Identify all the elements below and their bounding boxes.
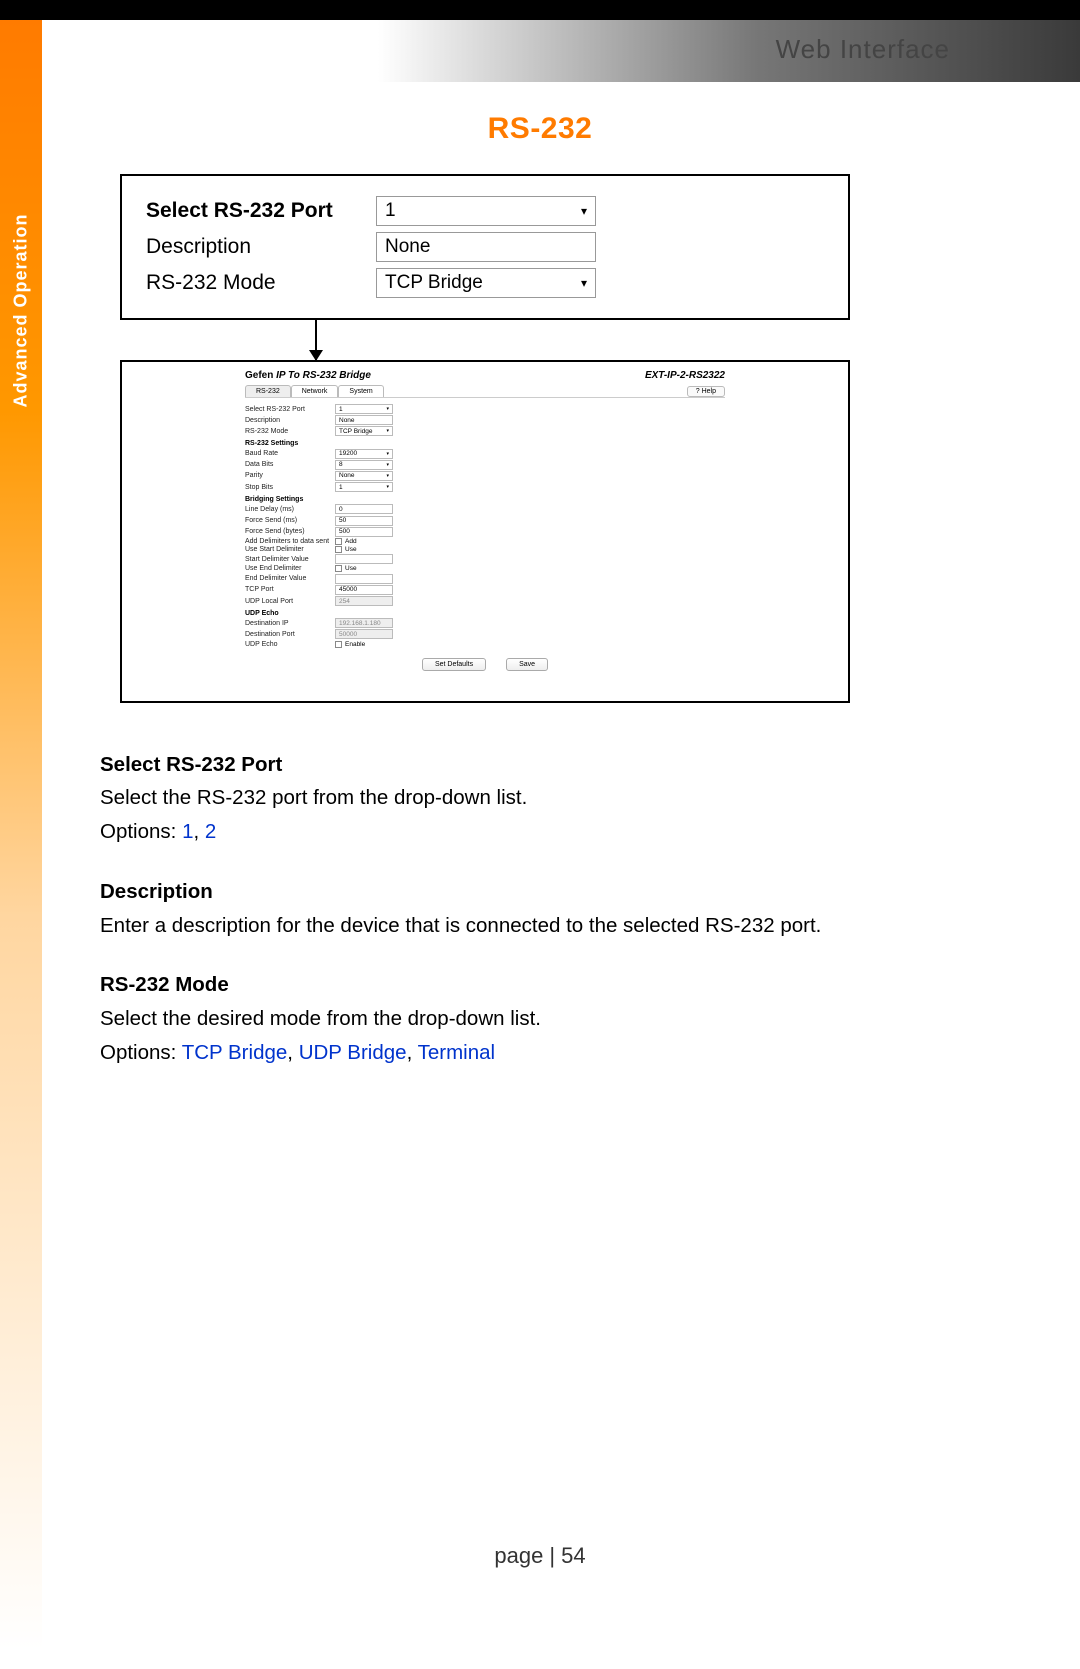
description-label: Description	[146, 235, 376, 259]
desc3-heading: RS-232 Mode	[100, 969, 980, 1001]
mini-input[interactable]	[335, 574, 393, 584]
mini-label: Force Send (ms)	[245, 517, 335, 524]
panel-model: EXT-IP-2-RS2322	[645, 370, 725, 381]
desc3-options: Options: TCP Bridge, UDP Bridge, Termina…	[100, 1037, 980, 1069]
mini-input[interactable]	[335, 554, 393, 564]
full-panel-box: Gefen IP To RS-232 Bridge EXT-IP-2-RS232…	[120, 360, 850, 703]
desc1-heading: Select RS-232 Port	[100, 749, 980, 781]
connector-line	[315, 320, 317, 360]
mini-label: Start Delimiter Value	[245, 556, 335, 563]
mini-label: Destination Port	[245, 631, 335, 638]
mini-label: Use End Delimiter	[245, 565, 335, 572]
page-footer: page|54	[0, 1543, 1080, 1569]
mini-label: UDP Echo	[245, 641, 335, 648]
mini-input[interactable]: None	[335, 415, 393, 425]
side-tab: Advanced Operation	[0, 20, 42, 1650]
desc2-text: Enter a description for the device that …	[100, 910, 980, 942]
mini-section-bridging: Bridging Settings	[245, 496, 725, 503]
mini-select[interactable]: 8▾	[335, 460, 393, 470]
arrow-down-icon	[309, 350, 323, 361]
chevron-down-icon: ▾	[581, 204, 587, 218]
main-settings-box: Select RS-232 Port 1 ▾ Description None …	[120, 174, 850, 320]
mode-dropdown[interactable]: TCP Bridge ▾	[376, 268, 596, 298]
desc2-heading: Description	[100, 876, 980, 908]
set-defaults-button[interactable]: Set Defaults	[422, 658, 486, 671]
mini-label: RS-232 Mode	[245, 428, 335, 435]
mini-select[interactable]: None▾	[335, 471, 393, 481]
mini-label: TCP Port	[245, 586, 335, 593]
mini-label: Stop Bits	[245, 484, 335, 491]
mini-label: Add Delimiters to data sent	[245, 538, 335, 545]
desc1-text: Select the RS-232 port from the drop-dow…	[100, 782, 980, 814]
mini-label: Use Start Delimiter	[245, 546, 335, 553]
mini-label: Destination IP	[245, 620, 335, 627]
mini-label: UDP Local Port	[245, 598, 335, 605]
mini-input[interactable]: 45000	[335, 585, 393, 595]
select-port-value: 1	[385, 200, 396, 222]
select-port-label: Select RS-232 Port	[146, 199, 376, 223]
mini-input[interactable]: 50	[335, 516, 393, 526]
mini-checkbox[interactable]: Use	[335, 565, 357, 572]
panel-title: Gefen IP To RS-232 Bridge	[245, 370, 371, 381]
mode-label: RS-232 Mode	[146, 271, 376, 295]
mini-label: Select RS-232 Port	[245, 406, 335, 413]
description-value: None	[385, 236, 430, 258]
mini-section-udp-echo: UDP Echo	[245, 610, 725, 617]
mini-checkbox[interactable]: Use	[335, 546, 357, 553]
header-section-title: Web Interface	[776, 34, 950, 65]
mini-label: Line Delay (ms)	[245, 506, 335, 513]
mini-label: Data Bits	[245, 461, 335, 468]
chevron-down-icon: ▾	[581, 276, 587, 290]
page-title: RS-232	[100, 112, 980, 146]
header-gradient: Web Interface	[0, 20, 1080, 82]
mini-select[interactable]: 1▾	[335, 482, 393, 492]
mini-select[interactable]: 1▾	[335, 404, 393, 414]
mini-section-rs232-settings: RS-232 Settings	[245, 440, 725, 447]
mini-checkbox[interactable]: Add	[335, 538, 357, 545]
mini-label: Force Send (bytes)	[245, 528, 335, 535]
desc1-options: Options: 1, 2	[100, 816, 980, 848]
tab-system[interactable]: System	[338, 385, 383, 397]
select-port-dropdown[interactable]: 1 ▾	[376, 196, 596, 226]
mini-label: Baud Rate	[245, 450, 335, 457]
mini-select[interactable]: 19200▾	[335, 449, 393, 459]
mini-input[interactable]: 500	[335, 527, 393, 537]
tab-network[interactable]: Network	[291, 385, 339, 397]
mode-value: TCP Bridge	[385, 272, 483, 294]
mini-input-disabled: 192.168.1.180	[335, 618, 393, 628]
tab-rs232[interactable]: RS-232	[245, 385, 291, 397]
mini-input[interactable]: 0	[335, 504, 393, 514]
top-black-bar	[0, 0, 1080, 20]
help-button[interactable]: ? Help	[687, 386, 725, 397]
mini-input-disabled: 254	[335, 596, 393, 606]
mini-label: Description	[245, 417, 335, 424]
side-tab-label: Advanced Operation	[11, 213, 32, 407]
description-input[interactable]: None	[376, 232, 596, 262]
mini-label: End Delimiter Value	[245, 575, 335, 582]
mini-checkbox[interactable]: Enable	[335, 641, 365, 648]
mini-label: Parity	[245, 472, 335, 479]
save-button[interactable]: Save	[506, 658, 548, 671]
desc3-text: Select the desired mode from the drop-do…	[100, 1003, 980, 1035]
mini-select[interactable]: TCP Bridge▾	[335, 426, 393, 436]
mini-input-disabled: 50000	[335, 629, 393, 639]
